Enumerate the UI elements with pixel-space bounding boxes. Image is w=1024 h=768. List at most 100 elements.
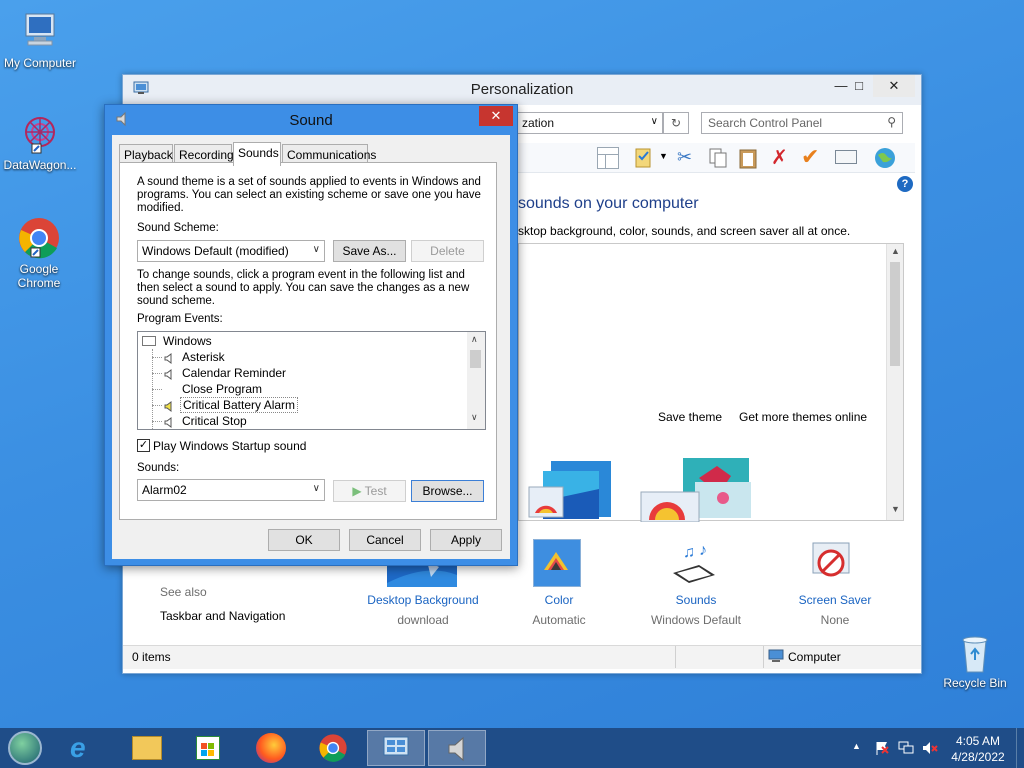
search-icon: ⚲ [887, 115, 896, 129]
save-theme-link[interactable]: Save theme [658, 410, 722, 424]
item-count: 0 items [132, 650, 171, 664]
scroll-down-icon[interactable]: ▼ [891, 504, 900, 514]
copy-icon[interactable] [707, 147, 729, 169]
chrome-taskbar-button[interactable] [306, 730, 360, 766]
tab-communications[interactable]: Communications [282, 144, 376, 164]
dialog-title: Sound [289, 112, 333, 129]
sound-scheme-value: Windows Default (modified) [142, 244, 289, 258]
cancel-button[interactable]: Cancel [349, 529, 421, 551]
events-scrollbar[interactable]: ∧ ∨ [467, 332, 485, 429]
tab-playback[interactable]: Playback [119, 144, 173, 164]
apply-button[interactable]: Apply [430, 529, 502, 551]
sounds-label: Sounds: [137, 462, 180, 474]
firefox-icon [256, 733, 286, 763]
close-button[interactable]: ✕ [873, 75, 915, 97]
address-bar[interactable]: zation ∨ [515, 112, 663, 134]
folder-icon [132, 736, 162, 760]
program-events-label: Program Events: [137, 313, 223, 325]
action-center-icon[interactable] [874, 740, 890, 756]
desktop-icon-datawagon[interactable]: DataWagon... [0, 112, 80, 172]
sound-taskbar-button[interactable] [428, 730, 486, 766]
chevron-down-icon[interactable]: ∨ [651, 116, 658, 127]
list-item[interactable]: Asterisk [152, 349, 292, 365]
desktop-icon-label: Google Chrome [17, 262, 61, 290]
see-also-heading: See also [160, 585, 207, 599]
maximize-button[interactable]: □ [845, 75, 873, 97]
show-hidden-icons-button[interactable]: ▲ [852, 741, 861, 751]
taskbar-navigation-link[interactable]: Taskbar and Navigation [160, 609, 285, 623]
screen-saver-icon[interactable] [809, 541, 853, 585]
chevron-down-icon[interactable]: ▼ [659, 151, 668, 161]
test-button[interactable]: ▶ Test [333, 480, 406, 502]
firefox-taskbar-button[interactable] [244, 730, 298, 766]
file-explorer-taskbar-button[interactable] [122, 730, 176, 766]
cut-icon[interactable]: ✂ [677, 147, 692, 168]
paste-icon[interactable] [737, 147, 759, 169]
play-icon: ▶ [352, 484, 362, 498]
theme-thumbnail[interactable] [639, 454, 759, 523]
scrollbar-thumb[interactable] [890, 262, 900, 366]
list-item-selected[interactable]: Critical Battery Alarm [152, 397, 312, 413]
scroll-up-icon[interactable]: ▲ [891, 246, 900, 256]
desktop-icon-recycle-bin[interactable]: Recycle Bin [936, 630, 1014, 690]
clock-date: 4/28/2022 [951, 750, 1005, 764]
view-icon[interactable] [835, 150, 857, 164]
control-panel-taskbar-button[interactable] [367, 730, 425, 766]
desktop-background-item[interactable]: Desktop Background download [353, 593, 493, 627]
browse-button[interactable]: Browse... [411, 480, 484, 502]
clock[interactable]: 4:05 AM 4/28/2022 [948, 733, 1008, 765]
page-subheading: sktop background, color, sounds, and scr… [518, 224, 851, 238]
sounds-icon[interactable]: ♫ ♪ [669, 539, 719, 587]
color-status: Automatic [532, 613, 586, 627]
internet-explorer-taskbar-button[interactable]: e [60, 730, 114, 766]
delete-button[interactable]: Delete [411, 240, 484, 262]
save-as-button[interactable]: Save As... [333, 240, 406, 262]
ie-icon: e [70, 732, 86, 763]
globe-icon[interactable] [873, 146, 897, 170]
themes-scrollbar[interactable]: ▲ ▼ [886, 244, 903, 520]
volume-muted-icon[interactable] [922, 740, 938, 756]
scrollbar-thumb[interactable] [470, 350, 481, 368]
sound-scheme-select[interactable]: Windows Default (modified) ∨ [137, 240, 325, 262]
title-bar: Personalization — □ ✕ [123, 75, 921, 105]
color-icon[interactable] [533, 539, 581, 587]
sounds-select[interactable]: Alarm02 ∨ [137, 479, 325, 501]
show-desktop-button[interactable] [1016, 728, 1024, 768]
toolbar: ▼ ✂ ✗ ✔ [515, 143, 915, 173]
start-button[interactable] [8, 731, 42, 765]
close-button[interactable]: ✕ [479, 106, 513, 126]
desktop-icon-google-chrome[interactable]: Google Chrome [0, 216, 78, 290]
list-item[interactable]: Calendar Reminder [152, 365, 312, 381]
control-panel-icon [382, 735, 410, 761]
color-item[interactable]: Color Automatic [509, 593, 609, 627]
tab-recording[interactable]: Recording [174, 144, 234, 164]
themes-panel: Save theme Get more themes online ▲ ▼ [518, 243, 904, 523]
list-item[interactable]: Critical Stop [152, 413, 312, 429]
refresh-button[interactable]: ↻ [663, 112, 689, 134]
preview-pane-icon[interactable] [597, 147, 619, 169]
get-more-themes-link[interactable]: Get more themes online [739, 410, 867, 424]
window-title: Personalization [470, 81, 574, 98]
tab-sounds[interactable]: Sounds [233, 142, 281, 166]
network-icon[interactable] [898, 740, 914, 756]
properties-icon[interactable] [633, 147, 655, 169]
theme-thumbnail[interactable] [523, 459, 615, 521]
search-input[interactable]: Search Control Panel ⚲ [701, 112, 903, 134]
ok-button[interactable]: OK [268, 529, 340, 551]
help-icon[interactable]: ? [897, 176, 913, 192]
checkmark-icon[interactable]: ✔ [801, 144, 819, 170]
scroll-down-icon[interactable]: ∨ [471, 412, 478, 423]
sounds-status: Windows Default [650, 613, 742, 627]
program-events-list[interactable]: Windows Asterisk Calendar Reminder Close… [137, 331, 486, 430]
svg-text:♫: ♫ [683, 544, 695, 561]
desktop-icon-my-computer[interactable]: My Computer [0, 10, 80, 70]
scroll-up-icon[interactable]: ∧ [471, 334, 478, 345]
chevron-down-icon: ∨ [312, 483, 320, 494]
store-taskbar-button[interactable] [182, 730, 236, 766]
sounds-item[interactable]: Sounds Windows Default [643, 593, 749, 627]
delete-icon[interactable]: ✗ [771, 145, 788, 170]
list-item[interactable]: Close Program [152, 381, 312, 397]
chrome-icon [17, 216, 61, 260]
screen-saver-item[interactable]: Screen Saver None [783, 593, 887, 627]
startup-sound-checkbox[interactable]: ✓ [137, 439, 150, 452]
